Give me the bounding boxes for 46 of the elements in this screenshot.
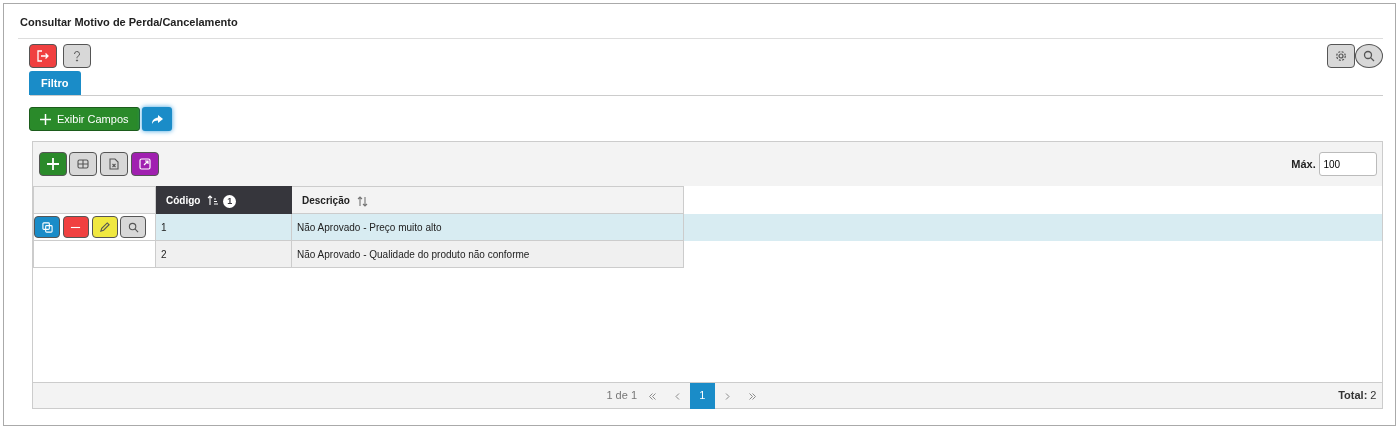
settings-icon: [1335, 50, 1347, 62]
export-button[interactable]: [100, 152, 128, 177]
pencil-icon: [99, 221, 110, 233]
add-button[interactable]: [38, 152, 67, 177]
total-count: Total: 2: [1338, 388, 1378, 404]
search-icon: [1363, 50, 1375, 62]
exit-button[interactable]: [29, 44, 57, 68]
search-button[interactable]: [1355, 44, 1383, 68]
copy-icon: [41, 221, 53, 233]
document-icon: [108, 158, 120, 171]
double-chevron-right-icon: [747, 391, 757, 401]
search-icon: [127, 221, 139, 233]
sort-ascending-icon: [207, 195, 220, 207]
column-header[interactable]: Descrição: [291, 186, 684, 214]
plus-icon: [40, 113, 51, 125]
sort-order-badge: 1: [223, 194, 237, 208]
expand-icon: [138, 158, 151, 171]
show-fields-button[interactable]: Exibir Campos: [29, 107, 140, 132]
table-cell: 1: [155, 213, 292, 241]
exit-icon: [37, 50, 49, 62]
double-chevron-left-icon: [647, 391, 657, 401]
view-button[interactable]: [120, 216, 147, 239]
page-button[interactable]: 1: [689, 382, 715, 409]
expand-button[interactable]: [130, 152, 159, 177]
copy-button[interactable]: [34, 216, 60, 239]
chevron-left-icon: [672, 391, 682, 401]
share-button[interactable]: [142, 107, 173, 132]
page-title: Consultar Motivo de Perda/Cancelamento: [18, 4, 1383, 39]
edit-button[interactable]: [91, 216, 118, 239]
max-label: Máx.: [1291, 157, 1316, 172]
plus-icon: [46, 158, 59, 171]
settings-button[interactable]: [1327, 44, 1355, 68]
max-rows-field[interactable]: 100: [1318, 152, 1377, 177]
table-row[interactable]: 2 Não Aprovado - Qualidade do produto não conforme: [33, 240, 1382, 268]
button-label: Exibir Campos: [57, 112, 129, 127]
help-button[interactable]: [62, 44, 91, 68]
delete-button[interactable]: [62, 216, 89, 239]
sort-icon: [356, 195, 369, 207]
columns-button[interactable]: [69, 152, 98, 177]
page-info: 1 de 1: [606, 388, 637, 404]
grid-icon: [77, 158, 90, 171]
table-cell: 2: [155, 240, 292, 268]
table-cell: Não Aprovado - Qualidade do produto não conforme: [291, 240, 684, 268]
filter-tab[interactable]: Filtro: [29, 70, 81, 96]
table-cell: Não Aprovado - Preço muito alto: [291, 213, 684, 241]
column-header[interactable]: Código 1: [155, 186, 292, 214]
